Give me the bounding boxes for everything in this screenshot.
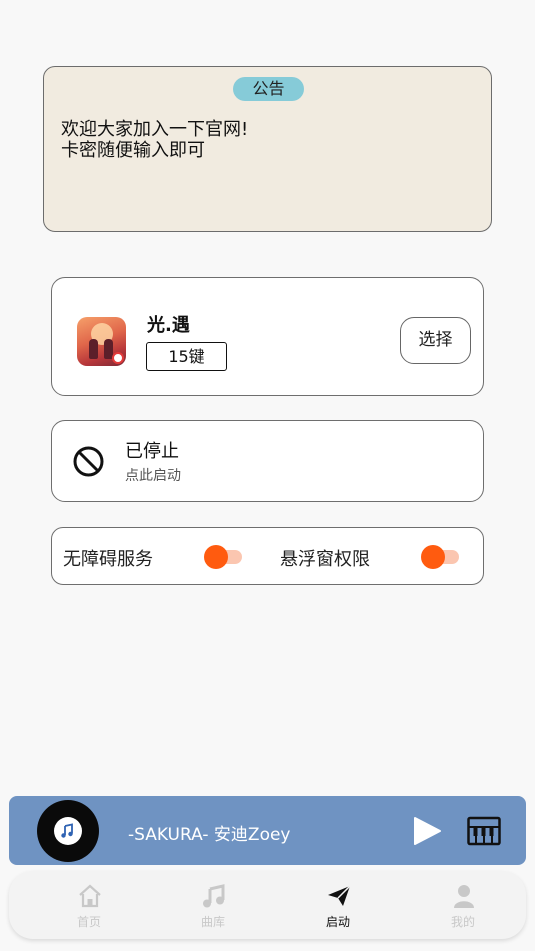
nav-item-mine[interactable]: 我的	[418, 871, 508, 939]
album-disc[interactable]	[37, 800, 99, 862]
overlay-permission-label: 悬浮窗权限	[280, 549, 370, 570]
announcement-tag: 公告	[233, 77, 304, 101]
select-game-button[interactable]: 选择	[400, 317, 471, 364]
music-library-icon	[203, 884, 225, 908]
permissions-card: 无障碍服务 悬浮窗权限	[51, 527, 484, 585]
announcement-card: 公告 欢迎大家加入一下官网! 卡密随便输入即可	[43, 66, 492, 232]
game-card: 光.遇 15键 选择	[51, 277, 484, 396]
game-name: 光.遇	[147, 315, 190, 336]
accessibility-service-toggle[interactable]	[204, 545, 242, 569]
nav-label-mine: 我的	[450, 915, 475, 929]
status-title: 已停止	[125, 441, 179, 462]
overlay-permission-toggle[interactable]	[421, 545, 459, 569]
send-icon	[328, 885, 351, 906]
song-title: -SAKURA- 安迪Zoey	[128, 825, 291, 845]
home-icon	[79, 884, 101, 908]
accessibility-service-label: 无障碍服务	[63, 549, 153, 570]
game-app-icon	[77, 317, 126, 366]
music-player-bar[interactable]: -SAKURA- 安迪Zoey	[9, 796, 526, 865]
prohibited-icon	[73, 446, 104, 477]
announcement-line-2: 卡密随便输入即可	[61, 140, 205, 161]
nav-item-home[interactable]: 首页	[44, 871, 134, 939]
piano-icon[interactable]	[467, 816, 501, 846]
nav-label-home: 首页	[76, 915, 101, 929]
nav-item-library[interactable]: 曲库	[168, 871, 258, 939]
bottom-navigation: 首页 曲库 启动 我的	[9, 871, 526, 939]
user-icon	[454, 885, 474, 908]
play-icon[interactable]	[411, 815, 443, 847]
status-card[interactable]: 已停止 点此启动	[51, 420, 484, 502]
nav-item-start[interactable]: 启动	[293, 871, 383, 939]
status-subtitle: 点此启动	[125, 468, 181, 484]
music-note-icon	[61, 823, 73, 838]
key-count-badge: 15键	[146, 342, 227, 371]
nav-label-start: 启动	[325, 915, 350, 929]
nav-label-library: 曲库	[200, 915, 225, 929]
